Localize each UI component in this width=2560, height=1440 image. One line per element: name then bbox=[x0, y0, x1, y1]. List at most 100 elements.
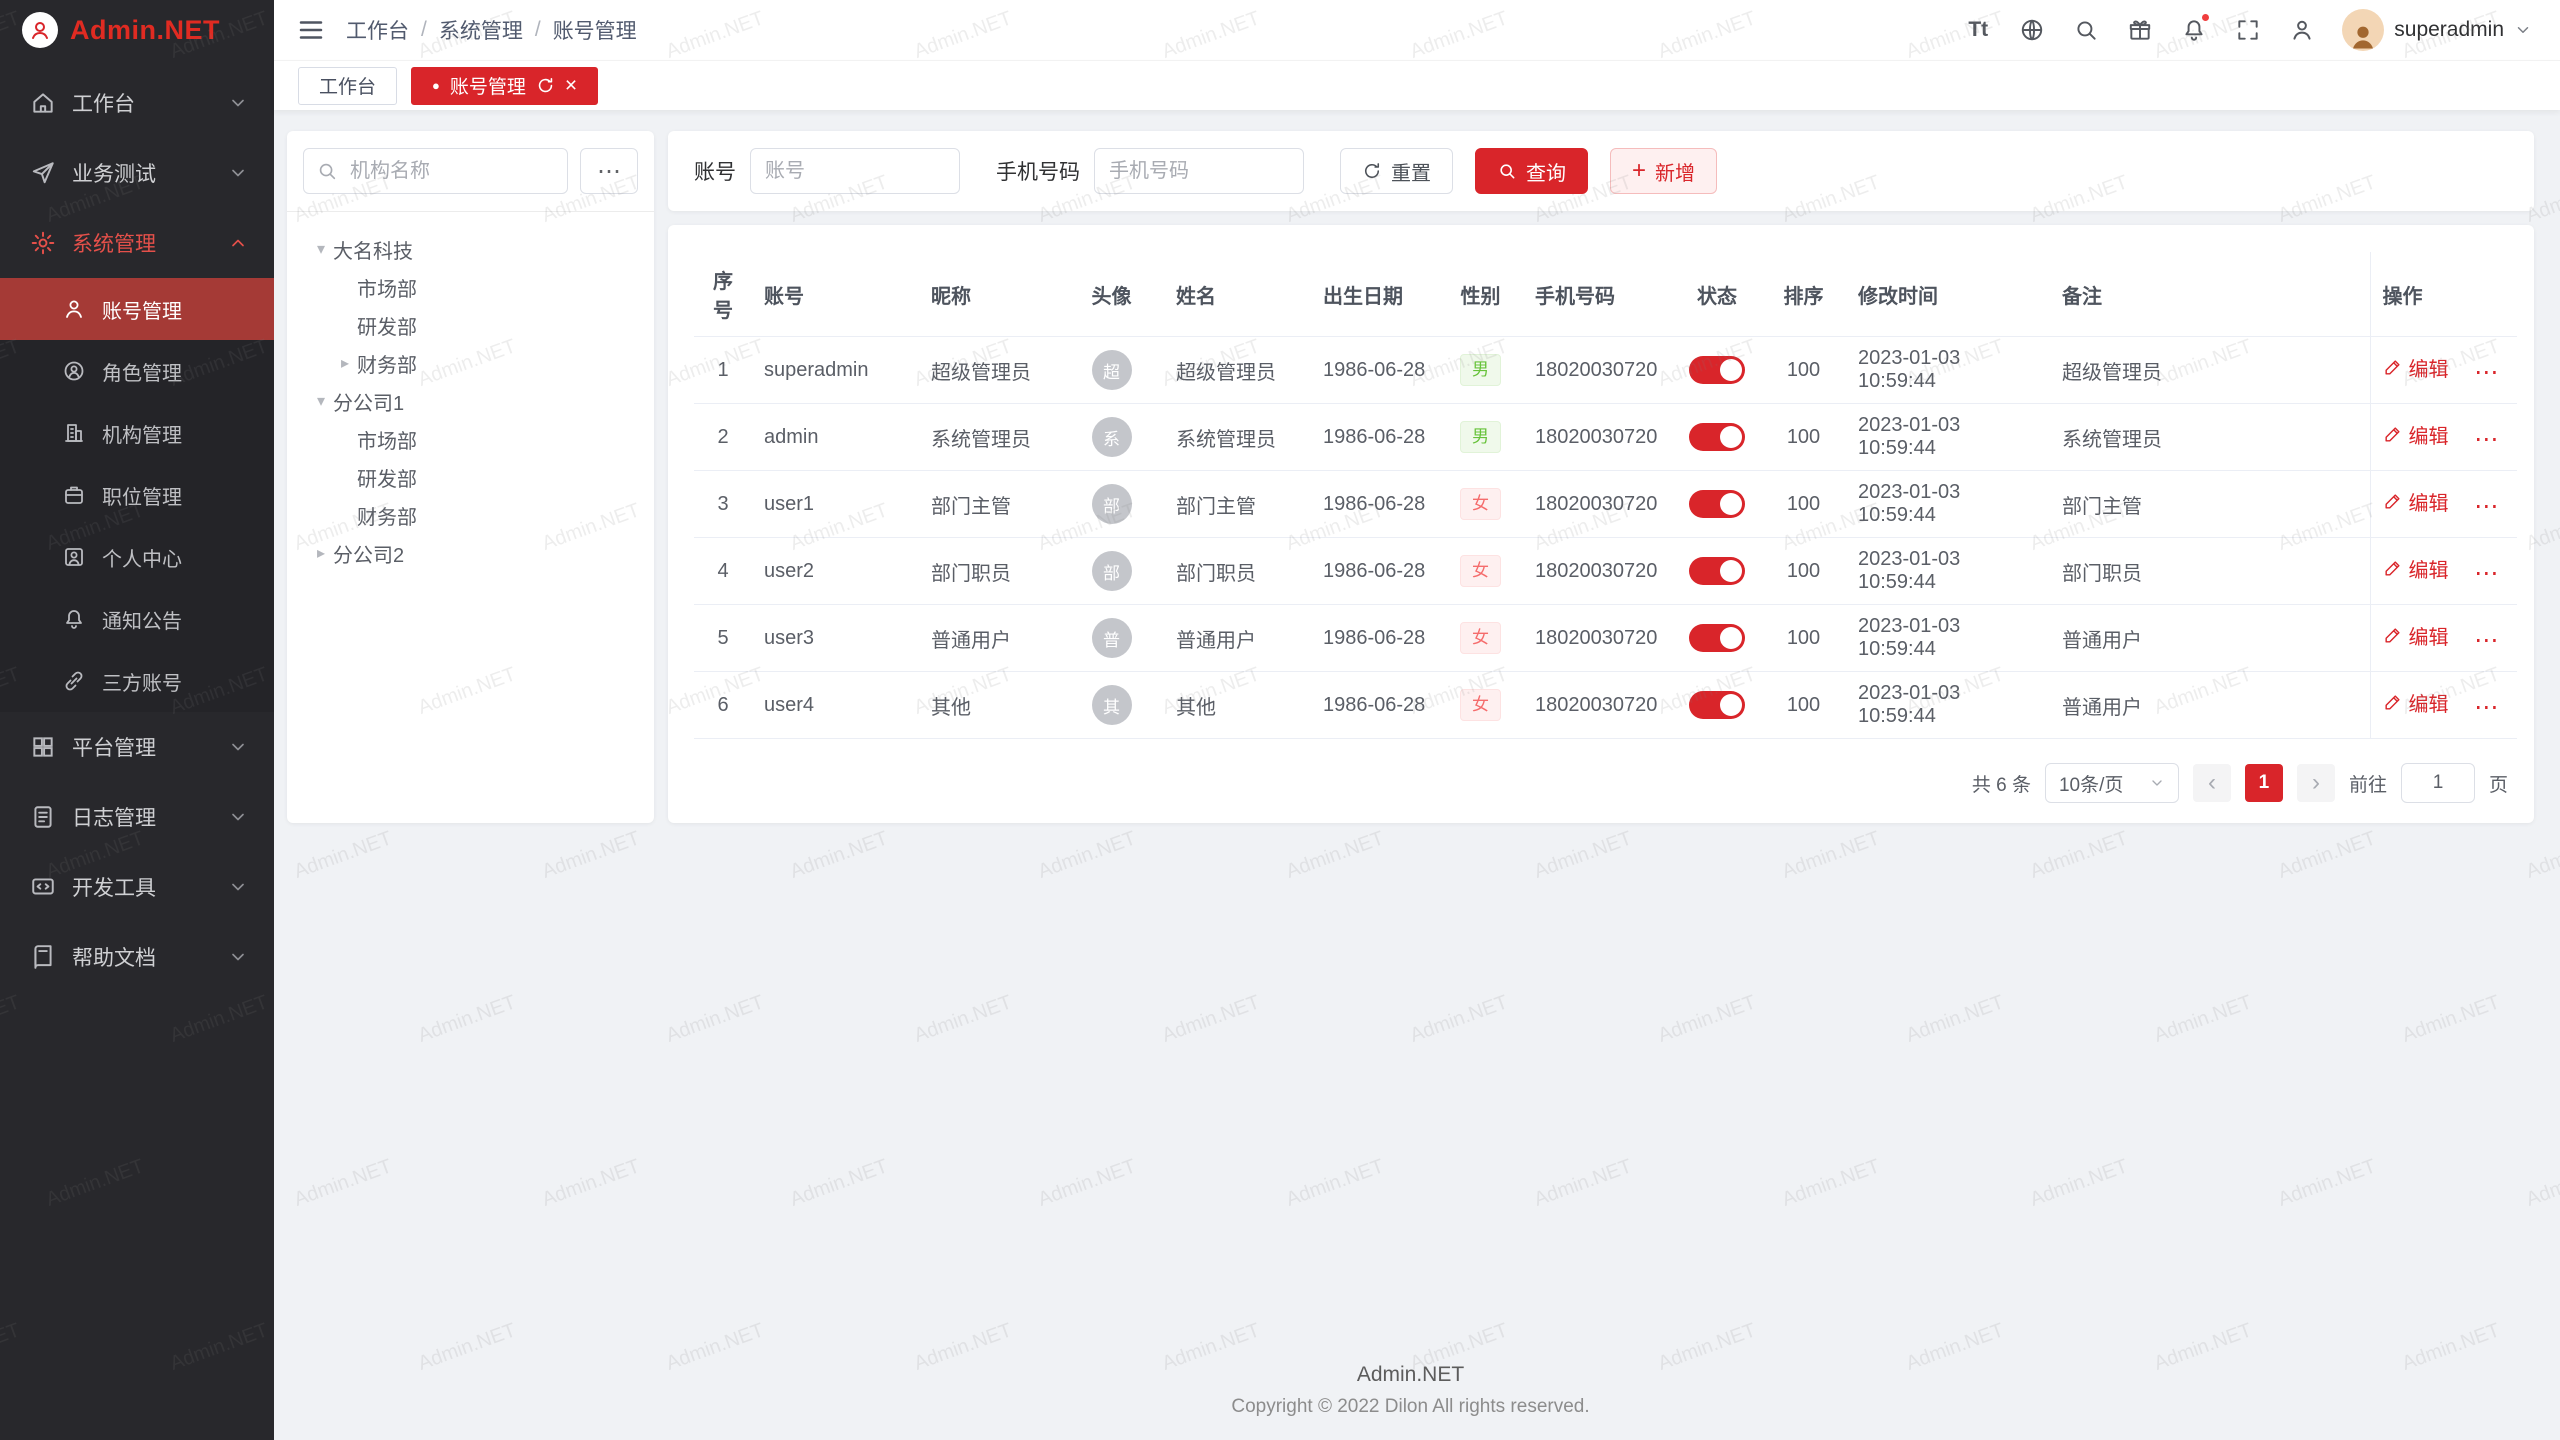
row-birthday: 1986-06-28 bbox=[1323, 627, 1425, 649]
breadcrumb: 工作台 / 系统管理 / 账号管理 bbox=[346, 15, 637, 45]
caret-right-icon[interactable]: ▸ bbox=[309, 543, 333, 563]
row-updated: 2023-01-03 10:59:44 bbox=[1858, 615, 1960, 660]
account-input[interactable] bbox=[750, 148, 960, 194]
main-area: 工作台 / 系统管理 / 账号管理 Tt superadmin bbox=[274, 0, 2560, 1440]
row-index: 3 bbox=[717, 493, 728, 515]
tree-node[interactable]: 研发部 bbox=[297, 458, 644, 496]
caret-down-icon[interactable]: ▾ bbox=[309, 239, 333, 259]
sidebar-item-position-management[interactable]: 职位管理 bbox=[0, 464, 274, 526]
notification-bell-icon[interactable] bbox=[2172, 8, 2216, 52]
column-header: 序号 bbox=[694, 252, 752, 337]
row-remark: 超级管理员 bbox=[2062, 362, 2162, 384]
fullscreen-icon[interactable] bbox=[2226, 8, 2270, 52]
more-actions-button[interactable]: ⋯ bbox=[2474, 560, 2498, 587]
gift-icon[interactable] bbox=[2118, 8, 2162, 52]
document-icon bbox=[30, 804, 56, 830]
sidebar-item-business-test[interactable]: 业务测试 bbox=[0, 138, 274, 208]
more-actions-button[interactable]: ⋯ bbox=[2474, 359, 2498, 386]
app-logo[interactable]: Admin.NET bbox=[0, 0, 274, 60]
sidebar-item-workbench[interactable]: 工作台 bbox=[0, 68, 274, 138]
org-search-input[interactable] bbox=[303, 148, 568, 194]
edit-button[interactable]: 编辑 bbox=[2383, 688, 2449, 717]
role-icon bbox=[62, 359, 86, 383]
sidebar-item-account-management[interactable]: 账号管理 bbox=[0, 278, 274, 340]
more-actions-button[interactable]: ⋯ bbox=[2474, 493, 2498, 520]
tab-account-management[interactable]: ● 账号管理 × bbox=[411, 67, 598, 105]
sidebar-item-system-management[interactable]: 系统管理 bbox=[0, 208, 274, 278]
status-toggle[interactable] bbox=[1689, 557, 1745, 585]
gender-badge: 男 bbox=[1460, 354, 1501, 386]
status-toggle[interactable] bbox=[1689, 691, 1745, 719]
sidebar-item-label: 角色管理 bbox=[102, 357, 182, 386]
status-toggle[interactable] bbox=[1689, 423, 1745, 451]
caret-down-icon[interactable]: ▾ bbox=[309, 391, 333, 411]
tree-node[interactable]: 财务部 bbox=[297, 496, 644, 534]
row-nickname: 其他 bbox=[931, 697, 971, 719]
building-icon bbox=[62, 421, 86, 445]
table-header-row: 序号 账号 昵称 头像 姓名 出生日期 性别 手机号码 状态 排序 修改时间 bbox=[694, 252, 2517, 337]
more-actions-button[interactable]: ⋯ bbox=[2474, 627, 2498, 654]
sidebar-item-third-party-account[interactable]: 三方账号 bbox=[0, 650, 274, 712]
sidebar-item-platform-management[interactable]: 平台管理 bbox=[0, 712, 274, 782]
chevron-down-icon bbox=[228, 877, 248, 897]
edit-button[interactable]: 编辑 bbox=[2383, 487, 2449, 516]
sidebar-item-profile-center[interactable]: 个人中心 bbox=[0, 526, 274, 588]
sidebar-item-role-management[interactable]: 角色管理 bbox=[0, 340, 274, 402]
goto-page-input[interactable] bbox=[2401, 763, 2475, 803]
sidebar-item-org-management[interactable]: 机构管理 bbox=[0, 402, 274, 464]
row-order: 100 bbox=[1787, 493, 1820, 515]
sidebar-item-log-management[interactable]: 日志管理 bbox=[0, 782, 274, 852]
status-toggle[interactable] bbox=[1689, 356, 1745, 384]
user-menu[interactable]: superadmin bbox=[2342, 9, 2532, 51]
tree-more-button[interactable]: ⋯ bbox=[580, 148, 638, 194]
tree-node[interactable]: ▾分公司1 bbox=[297, 382, 644, 420]
tree-node[interactable]: 研发部 bbox=[297, 306, 644, 344]
tree-node[interactable]: ▾大名科技 bbox=[297, 230, 644, 268]
tree-node[interactable]: ▸分公司2 bbox=[297, 534, 644, 572]
sidebar-item-help-docs[interactable]: 帮助文档 bbox=[0, 922, 274, 992]
add-button[interactable]: + 新增 bbox=[1610, 148, 1717, 194]
pagination: 共 6 条 10条/页 ‹ 1 › 前往 页 bbox=[694, 763, 2508, 803]
row-account: user4 bbox=[764, 694, 814, 716]
phone-input[interactable] bbox=[1094, 148, 1304, 194]
column-header: 操作 bbox=[2370, 252, 2517, 337]
more-actions-button[interactable]: ⋯ bbox=[2474, 426, 2498, 453]
edit-button[interactable]: 编辑 bbox=[2383, 420, 2449, 449]
sidebar-item-dev-tools[interactable]: 开发工具 bbox=[0, 852, 274, 922]
search-button[interactable]: 查询 bbox=[1475, 148, 1588, 194]
tree-node[interactable]: 市场部 bbox=[297, 420, 644, 458]
globe-icon[interactable] bbox=[2010, 8, 2054, 52]
more-actions-button[interactable]: ⋯ bbox=[2474, 694, 2498, 721]
accounts-table: 序号 账号 昵称 头像 姓名 出生日期 性别 手机号码 状态 排序 修改时间 bbox=[694, 252, 2517, 739]
page-number-button[interactable]: 1 bbox=[2245, 764, 2283, 802]
tree-node[interactable]: ▸财务部 bbox=[297, 344, 644, 382]
search-icon[interactable] bbox=[2064, 8, 2108, 52]
status-toggle[interactable] bbox=[1689, 624, 1745, 652]
status-toggle[interactable] bbox=[1689, 490, 1745, 518]
username: superadmin bbox=[2394, 18, 2504, 42]
user-icon[interactable] bbox=[2280, 8, 2324, 52]
hamburger-menu-icon[interactable] bbox=[296, 15, 326, 45]
tab-label: 账号管理 bbox=[450, 72, 526, 99]
prev-page-button[interactable]: ‹ bbox=[2193, 764, 2231, 802]
edit-button[interactable]: 编辑 bbox=[2383, 554, 2449, 583]
edit-button[interactable]: 编辑 bbox=[2383, 353, 2449, 382]
refresh-icon[interactable] bbox=[536, 76, 555, 95]
tree-node[interactable]: 市场部 bbox=[297, 268, 644, 306]
next-page-button[interactable]: › bbox=[2297, 764, 2335, 802]
row-avatar: 超 bbox=[1092, 350, 1132, 390]
breadcrumb-item[interactable]: 工作台 bbox=[346, 15, 409, 45]
caret-right-icon[interactable]: ▸ bbox=[333, 353, 357, 373]
breadcrumb-item: 账号管理 bbox=[553, 15, 637, 45]
breadcrumb-item[interactable]: 系统管理 bbox=[439, 15, 523, 45]
close-icon[interactable]: × bbox=[565, 75, 577, 96]
edit-label: 编辑 bbox=[2409, 554, 2449, 583]
edit-button[interactable]: 编辑 bbox=[2383, 621, 2449, 650]
tab-workbench[interactable]: 工作台 bbox=[298, 67, 397, 105]
font-size-icon[interactable]: Tt bbox=[1956, 8, 2000, 52]
table-row: 6 user4 其他 其 其他 1986-06-28 女 18020030720… bbox=[694, 672, 2517, 739]
page-size-select[interactable]: 10条/页 bbox=[2045, 763, 2179, 803]
row-phone: 18020030720 bbox=[1535, 493, 1657, 515]
sidebar-item-notice-announcement[interactable]: 通知公告 bbox=[0, 588, 274, 650]
reset-button[interactable]: 重置 bbox=[1340, 148, 1453, 194]
